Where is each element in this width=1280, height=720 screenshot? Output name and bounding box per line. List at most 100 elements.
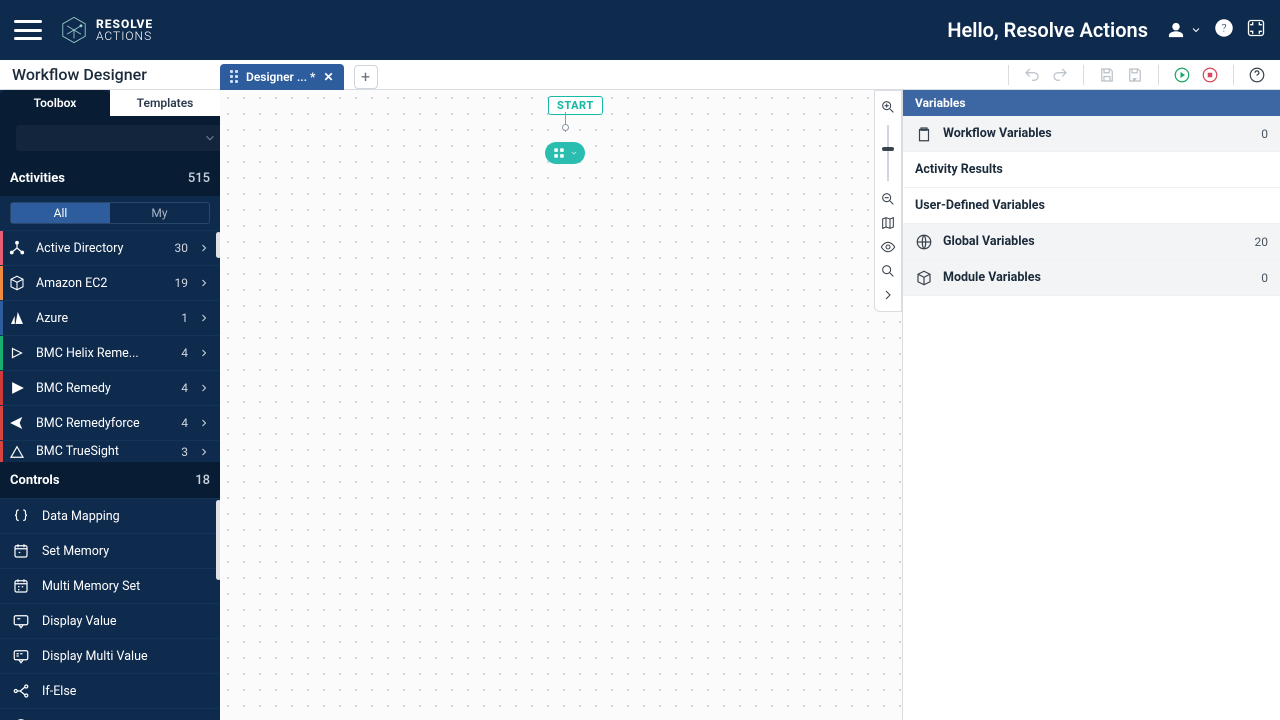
- variables-row-workflow[interactable]: Workflow Variables 0: [903, 116, 1280, 152]
- user-icon: [1166, 20, 1186, 40]
- chevron-down-icon: [1190, 24, 1202, 36]
- activity-label: Active Directory: [36, 241, 158, 256]
- control-item[interactable]: Multi Memory Set: [0, 568, 220, 603]
- run-button[interactable]: [1173, 66, 1191, 84]
- control-item[interactable]: If-Else: [0, 673, 220, 708]
- variables-panel-header: Variables: [903, 90, 1280, 116]
- logo[interactable]: RESOLVE ACTIONS: [60, 16, 153, 44]
- activities-filter-segment: All My: [10, 202, 210, 224]
- activity-item[interactable]: BMC TrueSight 3: [0, 440, 220, 462]
- variables-row-count: 20: [1255, 235, 1269, 249]
- control-item[interactable]: Set Memory: [0, 533, 220, 568]
- activity-item[interactable]: Active Directory 30: [0, 230, 220, 265]
- find-button[interactable]: [878, 261, 898, 281]
- undo-button[interactable]: [1023, 66, 1041, 84]
- save-button[interactable]: [1098, 66, 1116, 84]
- play-solid-icon: [8, 379, 26, 397]
- start-connector[interactable]: [562, 124, 569, 131]
- zoom-in-button[interactable]: [878, 97, 898, 117]
- chevron-right-icon: [198, 446, 210, 458]
- braces-icon: [12, 507, 30, 525]
- activities-list: Active Directory 30 Amazon EC2 19 Azure …: [0, 230, 220, 462]
- chevron-down-icon: [203, 131, 217, 145]
- control-item[interactable]: Display Multi Value: [0, 638, 220, 673]
- collapse-tools-button[interactable]: [878, 285, 898, 305]
- segment-my[interactable]: My: [110, 203, 209, 223]
- variables-row-label: Module Variables: [943, 270, 1251, 285]
- view-button[interactable]: [878, 237, 898, 257]
- designer-tab[interactable]: Designer ... * ✕: [220, 64, 344, 90]
- activity-count: 4: [168, 416, 188, 430]
- map-icon: [880, 215, 896, 231]
- fullscreen-button[interactable]: [1246, 18, 1266, 42]
- sidebar: Toolbox Templates Activities 515 All My …: [0, 90, 220, 720]
- controls-header[interactable]: Controls 18: [0, 462, 220, 498]
- close-tab-button[interactable]: ✕: [323, 70, 333, 84]
- page-title: Workflow Designer: [0, 65, 220, 84]
- minimap-button[interactable]: [878, 213, 898, 233]
- help-button[interactable]: ?: [1214, 18, 1234, 42]
- activity-label: Azure: [36, 311, 158, 326]
- zoom-out-button[interactable]: [878, 189, 898, 209]
- redo-icon: [1051, 66, 1069, 84]
- activity-item[interactable]: Amazon EC2 19: [0, 265, 220, 300]
- activity-item[interactable]: BMC Remedyforce 4: [0, 405, 220, 440]
- clipboard-icon: [915, 125, 933, 143]
- activity-count: 4: [168, 381, 188, 395]
- control-item[interactable]: While: [0, 708, 220, 720]
- activity-count: 3: [168, 445, 188, 459]
- start-label: START: [548, 96, 603, 115]
- activity-item[interactable]: BMC Remedy 4: [0, 370, 220, 405]
- variables-row-count: 0: [1261, 271, 1268, 285]
- redo-button[interactable]: [1051, 66, 1069, 84]
- zoom-slider[interactable]: [887, 125, 889, 181]
- variables-row-module[interactable]: Module Variables 0: [903, 260, 1280, 296]
- tab-toolbox[interactable]: Toolbox: [0, 90, 110, 116]
- variables-row-activity[interactable]: Activity Results: [903, 152, 1280, 188]
- activity-count: 30: [168, 241, 188, 255]
- active-directory-icon: [8, 239, 26, 257]
- activity-label: BMC TrueSight: [36, 444, 158, 459]
- canvas-grid: [220, 90, 902, 720]
- chevron-right-icon: [198, 347, 210, 359]
- svg-text:?: ?: [1221, 21, 1227, 35]
- menu-button[interactable]: [14, 20, 42, 40]
- toolbar-help-button[interactable]: [1248, 66, 1266, 84]
- user-menu[interactable]: [1166, 20, 1202, 40]
- activity-label: BMC Remedy: [36, 381, 158, 396]
- segment-all[interactable]: All: [11, 203, 110, 223]
- variables-row-count: 0: [1261, 127, 1268, 141]
- branch-icon: [12, 682, 30, 700]
- control-item[interactable]: Display Value: [0, 603, 220, 638]
- eye-icon: [880, 239, 896, 255]
- variables-row-label: User-Defined Variables: [915, 198, 1045, 213]
- chevron-down-icon: [570, 149, 578, 157]
- control-label: Display Value: [42, 614, 117, 629]
- variables-row-userdef[interactable]: User-Defined Variables: [903, 188, 1280, 224]
- tab-templates[interactable]: Templates: [110, 90, 220, 116]
- stop-button[interactable]: [1201, 66, 1219, 84]
- sidebar-search-input[interactable]: [16, 125, 223, 151]
- azure-icon: [8, 309, 26, 327]
- greeting: Hello, Resolve Actions: [947, 18, 1148, 42]
- workflow-canvas[interactable]: START: [220, 90, 902, 720]
- zoom-slider-thumb[interactable]: [882, 147, 894, 151]
- sub-header: Workflow Designer Designer ... * ✕ +: [0, 60, 1280, 90]
- chevron-right-icon: [198, 417, 210, 429]
- activity-item[interactable]: Azure 1: [0, 300, 220, 335]
- add-tab-button[interactable]: +: [354, 65, 378, 89]
- variables-row-global[interactable]: Global Variables 20: [903, 224, 1280, 260]
- activity-count: 19: [168, 276, 188, 290]
- activities-header-label: Activities: [10, 171, 65, 186]
- start-node[interactable]: [545, 142, 585, 164]
- activity-item[interactable]: BMC Helix Reme... 4: [0, 335, 220, 370]
- activities-header[interactable]: Activities 515: [0, 160, 220, 196]
- calendar-multi-icon: [12, 577, 30, 595]
- save-as-button[interactable]: [1126, 66, 1144, 84]
- variables-panel: Variables Workflow Variables 0 Activity …: [902, 90, 1280, 720]
- help-circle-icon: [1248, 66, 1266, 84]
- globe-icon: [915, 233, 933, 251]
- control-item[interactable]: Data Mapping: [0, 498, 220, 533]
- chevron-right-icon: [198, 382, 210, 394]
- activities-count: 515: [188, 171, 210, 186]
